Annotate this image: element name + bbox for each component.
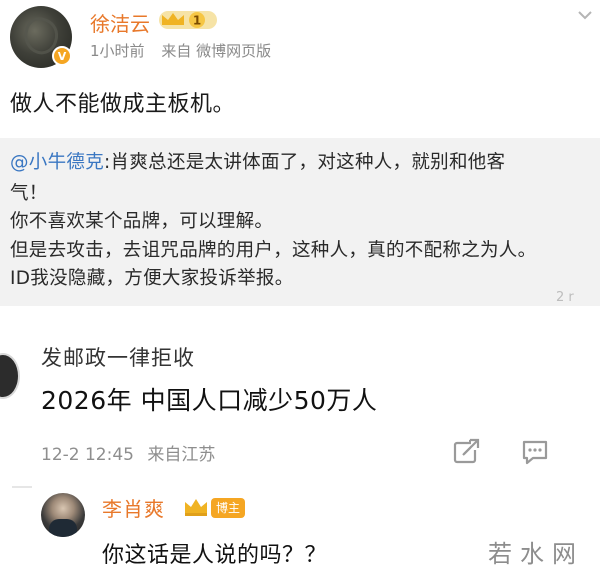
post-source: 来自 微博网页版 — [161, 42, 272, 60]
comment-text: 2026年 中国人口减少50万人 — [41, 386, 378, 415]
comment-location: 来自江苏 — [147, 445, 216, 465]
quote-line-4: 但是去攻击，去诅咒品牌的用户，这种人，真的不配称之为人。 — [10, 240, 537, 261]
blogger-badge: 博主 — [211, 498, 246, 518]
reply-author-name[interactable]: 李肖爽 — [102, 493, 165, 522]
watermark: 若水网 — [488, 540, 584, 568]
crown-icon — [185, 499, 207, 516]
comment-meta: 12-2 12:45 来自江苏 — [41, 440, 223, 465]
more-arrow-icon[interactable] — [574, 6, 596, 24]
quote-line-5: ID我没隐藏，方便大家投诉举报。 — [10, 268, 294, 289]
quote-line-3: 你不喜欢某个品牌，可以理解。 — [10, 211, 274, 232]
level-number: 1 — [193, 14, 201, 28]
crown-level-icon: 1 — [159, 11, 217, 29]
author-name[interactable]: 徐洁云 — [90, 8, 150, 37]
post-text: 做人不能做成主板机。 — [10, 92, 236, 117]
commenter-name[interactable]: 发邮政一律拒收 — [41, 342, 195, 372]
post-meta: 1小时前 来自 微博网页版 — [90, 40, 283, 61]
mention-link[interactable]: @小牛德克 — [10, 152, 104, 173]
quote-cutoff-text: 2 r — [556, 290, 574, 305]
verified-badge-icon: V — [52, 46, 72, 66]
reply-avatar[interactable] — [41, 493, 85, 537]
quote-text: :肖爽总还是太讲体面了，对这种人，就别和他客 — [104, 152, 506, 173]
share-icon[interactable] — [451, 438, 481, 466]
quote-line-1: @小牛德克:肖爽总还是太讲体面了，对这种人，就别和他客 — [10, 148, 505, 174]
reply-divider — [12, 486, 32, 488]
quote-line-2: 气！ — [10, 183, 48, 204]
comment-icon[interactable] — [520, 438, 550, 466]
reply-text: 你这话是人说的吗？？ — [102, 543, 328, 568]
comment-date: 12-2 12:45 — [41, 445, 134, 465]
weibo-post: V 徐洁云 1 1小时前 来自 微博网页版 做人不能做成主板机。 — [0, 0, 600, 132]
post-time: 1小时前 — [90, 42, 145, 60]
